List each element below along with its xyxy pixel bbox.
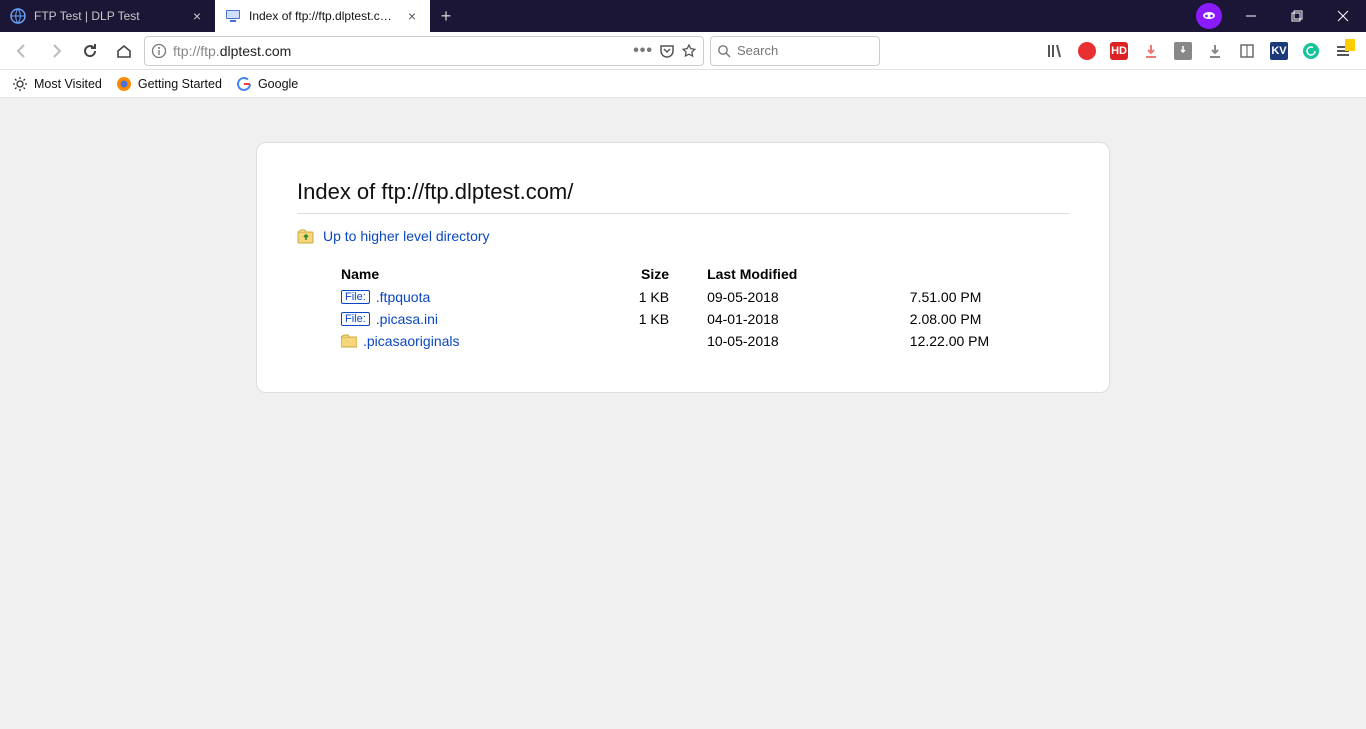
cell-date: 04-01-2018 <box>677 308 902 330</box>
bookmark-most-visited[interactable]: Most Visited <box>12 76 102 92</box>
downloads-icon[interactable] <box>1206 42 1224 60</box>
window-controls <box>1228 0 1366 32</box>
maximize-button[interactable] <box>1274 0 1320 32</box>
table-row: File: .picasa.ini 1 KB04-01-20182.08.00 PM <box>297 308 1069 330</box>
url-text: ftp://ftp.dlptest.com <box>173 43 627 59</box>
page-title: Index of ftp://ftp.dlptest.com/ <box>297 179 1069 214</box>
close-icon[interactable]: × <box>189 8 205 24</box>
bookmark-star-icon[interactable] <box>681 43 697 59</box>
monitor-icon <box>225 8 241 24</box>
cell-time: 12.22.00 PM <box>902 330 1069 352</box>
forward-button[interactable] <box>42 37 70 65</box>
alert-badge <box>1345 39 1355 51</box>
listing-table: Name Size Last Modified File: .ftpquota 1 … <box>297 262 1069 352</box>
bookmark-label: Getting Started <box>138 77 222 91</box>
new-tab-button[interactable]: + <box>430 0 462 32</box>
file-icon: File: <box>341 290 370 304</box>
page-actions-icon[interactable]: ••• <box>633 42 653 60</box>
grammarly-icon[interactable] <box>1302 42 1320 60</box>
firefox-icon <box>116 76 132 92</box>
table-row: .picasaoriginals 10-05-201812.22.00 PM <box>297 330 1069 352</box>
download-box-icon[interactable] <box>1174 42 1192 60</box>
globe-icon <box>10 8 26 24</box>
col-name: Name <box>297 262 596 286</box>
tab-ftp-test[interactable]: FTP Test | DLP Test × <box>0 0 215 32</box>
abp-icon[interactable] <box>1078 42 1096 60</box>
titlebar: FTP Test | DLP Test × Index of ftp://ftp… <box>0 0 1366 32</box>
home-button[interactable] <box>110 37 138 65</box>
tab-label: Index of ftp://ftp.dlptest.com/ <box>249 9 396 23</box>
hd-icon[interactable]: HD <box>1110 42 1128 60</box>
menu-button[interactable] <box>1334 42 1352 60</box>
index-card: Index of ftp://ftp.dlptest.com/ Up to hi… <box>256 142 1110 393</box>
page-content: Index of ftp://ftp.dlptest.com/ Up to hi… <box>0 98 1366 729</box>
file-link[interactable]: .ftpquota <box>376 289 431 305</box>
close-window-button[interactable] <box>1320 0 1366 32</box>
tab-index-of[interactable]: Index of ftp://ftp.dlptest.com/ × <box>215 0 430 32</box>
toolbar-right-icons: HD KV <box>1046 42 1358 60</box>
search-bar[interactable] <box>710 36 880 66</box>
google-icon <box>236 76 252 92</box>
up-directory-row: Up to higher level directory <box>297 228 1069 244</box>
search-icon <box>717 44 731 58</box>
bookmarks-toolbar: Most Visited Getting Started Google <box>0 70 1366 98</box>
gear-icon <box>12 76 28 92</box>
url-bar[interactable]: ftp://ftp.dlptest.com ••• <box>144 36 704 66</box>
reload-button[interactable] <box>76 37 104 65</box>
minimize-button[interactable] <box>1228 0 1274 32</box>
cell-size <box>596 330 677 352</box>
back-button[interactable] <box>8 37 36 65</box>
col-size: Size <box>596 262 677 286</box>
bookmark-google[interactable]: Google <box>236 76 298 92</box>
up-directory-link[interactable]: Up to higher level directory <box>323 228 490 244</box>
site-info-icon[interactable] <box>151 43 167 59</box>
folder-icon <box>341 334 357 348</box>
cell-time: 2.08.00 PM <box>902 308 1069 330</box>
bookmark-label: Most Visited <box>34 77 102 91</box>
cell-size: 1 KB <box>596 308 677 330</box>
col-modified: Last Modified <box>677 262 902 286</box>
bookmark-getting-started[interactable]: Getting Started <box>116 76 222 92</box>
pocket-icon[interactable] <box>659 43 675 59</box>
library-icon[interactable] <box>1046 42 1064 60</box>
cell-time: 7.51.00 PM <box>902 286 1069 308</box>
up-folder-icon <box>297 228 315 244</box>
file-icon: File: <box>341 312 370 326</box>
file-link[interactable]: .picasa.ini <box>376 311 438 327</box>
close-icon[interactable]: × <box>404 8 420 24</box>
search-input[interactable] <box>737 43 873 58</box>
download-arrow-icon[interactable] <box>1142 42 1160 60</box>
table-row: File: .ftpquota 1 KB09-05-20187.51.00 PM <box>297 286 1069 308</box>
cell-date: 09-05-2018 <box>677 286 902 308</box>
folder-link[interactable]: .picasaoriginals <box>363 333 460 349</box>
kv-icon[interactable]: KV <box>1270 42 1288 60</box>
cell-date: 10-05-2018 <box>677 330 902 352</box>
cell-size: 1 KB <box>596 286 677 308</box>
bookmark-label: Google <box>258 77 298 91</box>
tab-label: FTP Test | DLP Test <box>34 9 181 23</box>
reader-icon[interactable] <box>1238 42 1256 60</box>
nav-toolbar: ftp://ftp.dlptest.com ••• HD KV <box>0 32 1366 70</box>
incognito-icon[interactable] <box>1196 3 1222 29</box>
